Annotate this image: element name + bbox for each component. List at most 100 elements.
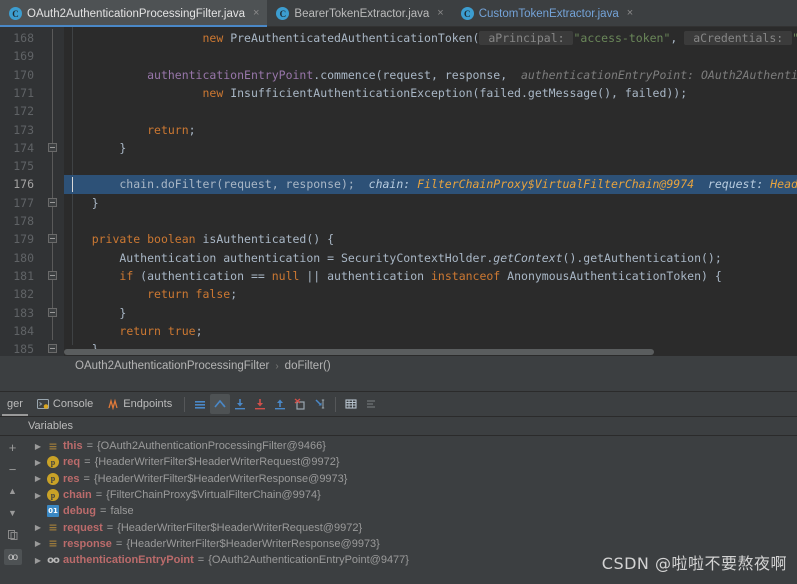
expand-arrow-icon[interactable]: ▶	[33, 442, 43, 451]
code-editor[interactable]: 168 169 170 171 172 173 174 175 176 177 178 179 180 1…	[0, 27, 797, 356]
variables-section-header: Variables	[0, 417, 797, 436]
step-out-icon[interactable]	[270, 394, 290, 414]
show-execution-point-icon[interactable]	[210, 394, 231, 414]
step-over-icon[interactable]	[230, 394, 250, 414]
expand-arrow-icon[interactable]: ▶	[33, 491, 43, 500]
expand-arrow-icon[interactable]: ▶	[33, 556, 43, 565]
debug-tool-window: ger Console Endpoints Variables + − ▲ ▼ …	[0, 392, 797, 584]
line-number: 172	[13, 104, 34, 119]
frames-icon[interactable]	[190, 394, 210, 414]
parameter-icon: p	[47, 489, 59, 502]
fold-marker[interactable]	[48, 234, 57, 244]
close-icon[interactable]: ×	[437, 8, 443, 19]
code-line[interactable]: new PreAuthenticatedAuthenticationToken(…	[64, 29, 797, 47]
endpoints-tab-label: Endpoints	[123, 398, 173, 410]
code-line[interactable]	[64, 157, 797, 175]
close-icon[interactable]: ×	[253, 8, 259, 19]
watches-button[interactable]: oo	[3, 549, 22, 565]
expand-arrow-icon[interactable]: ▶	[33, 474, 43, 483]
console-icon	[36, 398, 49, 410]
fold-marker[interactable]	[48, 197, 57, 207]
code-line[interactable]: private boolean isAuthenticated() {	[64, 230, 797, 248]
variables-tree[interactable]: ▶ ≡ this = {OAuth2AuthenticationProcessingFi…	[25, 436, 797, 584]
settings-icon[interactable]	[361, 394, 381, 414]
line-number: 170	[13, 67, 34, 82]
tab-label: OAuth2AuthenticationProcessingFilter.jav…	[27, 7, 245, 20]
force-step-into-icon[interactable]	[290, 394, 310, 414]
breadcrumb-class[interactable]: OAuth2AuthenticationProcessingFilter	[75, 360, 269, 372]
code-line[interactable]: return;	[64, 121, 797, 139]
variable-row[interactable]: ▶ p chain = {FilterChainProxy$VirtualFilterC…	[25, 487, 797, 503]
code-line[interactable]	[64, 212, 797, 230]
expand-arrow-icon[interactable]: ▶	[33, 458, 43, 467]
variables-title: Variables	[28, 420, 74, 432]
editor-tab-oauth2authenticationprocessingfilter[interactable]: C OAuth2AuthenticationProcessingFilter.j…	[0, 0, 268, 27]
code-line[interactable]: authenticationEntryPoint.commence(reques…	[64, 66, 797, 84]
expand-arrow-icon[interactable]: ▶	[33, 523, 43, 532]
code-line[interactable]: }	[64, 139, 797, 157]
debugger-tab-label: ger	[7, 398, 23, 410]
variable-row[interactable]: ▶ p res = {HeaderWriterFilter$HeaderWriterRe…	[25, 471, 797, 487]
editor-tab-bar: C OAuth2AuthenticationProcessingFilter.j…	[0, 0, 797, 27]
ide-window: C OAuth2AuthenticationProcessingFilter.j…	[0, 0, 797, 584]
evaluate-expression-icon[interactable]	[341, 394, 361, 414]
editor-tab-bearertokenextractor[interactable]: C BearerTokenExtractor.java ×	[267, 0, 451, 27]
code-line[interactable]	[64, 102, 797, 120]
close-icon[interactable]: ×	[627, 8, 633, 19]
remove-watch-button[interactable]: −	[4, 461, 22, 477]
editor-panel-divider[interactable]	[0, 376, 797, 392]
code-line[interactable]: return true;	[64, 322, 797, 340]
fold-marker[interactable]	[48, 307, 57, 317]
tab-endpoints[interactable]: Endpoints	[100, 392, 179, 417]
code-line[interactable]: return false;	[64, 285, 797, 303]
fold-marker[interactable]	[48, 142, 57, 152]
variable-row[interactable]: ▶ oo authenticationEntryPoint = {OAuth2Authe…	[25, 552, 797, 568]
equals-sign: =	[95, 489, 103, 502]
code-line[interactable]: if (authentication == null || authentica…	[64, 267, 797, 285]
text-caret	[72, 177, 73, 193]
code-line[interactable]	[64, 47, 797, 65]
variable-value: {HeaderWriterFilter$HeaderWriterRequest@…	[94, 456, 340, 469]
code-line-current[interactable]: chain.doFilter(request, response); chain…	[64, 175, 797, 194]
code-line[interactable]: }	[64, 194, 797, 212]
variable-row[interactable]: ▶ ≡ response = {HeaderWriterFilter$HeaderWri…	[25, 536, 797, 552]
variable-row[interactable]: ▶01debug=false	[25, 503, 797, 519]
scrollbar-thumb[interactable]	[64, 349, 654, 355]
debug-tab-strip: ger Console Endpoints	[0, 392, 797, 417]
copy-value-button[interactable]	[4, 527, 22, 543]
expand-arrow-icon[interactable]: ▶	[33, 539, 43, 548]
equals-sign: =	[106, 521, 114, 534]
equals-sign: =	[86, 440, 93, 453]
fold-marker[interactable]	[48, 270, 57, 280]
equals-sign: =	[115, 537, 123, 550]
editor-tab-customtokenextractor[interactable]: C CustomTokenExtractor.java ×	[452, 0, 641, 27]
code-line[interactable]: new InsufficientAuthenticationException(…	[64, 84, 797, 102]
tab-console[interactable]: Console	[30, 392, 100, 417]
run-to-cursor-icon[interactable]	[310, 394, 330, 414]
move-down-button[interactable]: ▼	[4, 505, 22, 521]
variable-value: {FilterChainProxy$VirtualFilterChain@997…	[106, 489, 321, 502]
variable-row[interactable]: ▶ ≡ this = {OAuth2AuthenticationProcessingFi…	[25, 438, 797, 454]
variable-row[interactable]: ▶ ≡ request = {HeaderWriterFilter$HeaderWrit…	[25, 519, 797, 535]
add-watch-button[interactable]: +	[4, 439, 22, 455]
line-number: 175	[13, 159, 34, 174]
line-number: 173	[13, 122, 34, 137]
code-line[interactable]: }	[64, 304, 797, 322]
chevron-right-icon: ›	[275, 360, 279, 372]
code-fold-strip[interactable]	[40, 27, 64, 356]
field-icon: ≡	[48, 537, 58, 551]
java-class-icon: C	[460, 7, 474, 20]
line-number: 181	[13, 268, 34, 283]
tab-debugger[interactable]: ger	[0, 392, 30, 417]
line-number: 177	[13, 195, 34, 210]
breadcrumb-method[interactable]: doFilter()	[285, 360, 331, 372]
code-line[interactable]: Authentication authentication = Security…	[64, 249, 797, 267]
fold-marker[interactable]	[48, 344, 57, 354]
variable-row[interactable]: ▶ p req = {HeaderWriterFilter$HeaderWriterRe…	[25, 454, 797, 470]
tab-label: BearerTokenExtractor.java	[294, 7, 430, 20]
tab-label: CustomTokenExtractor.java	[478, 7, 619, 20]
line-number: 178	[13, 214, 34, 228]
step-into-icon[interactable]	[250, 394, 270, 414]
move-up-button[interactable]: ▲	[4, 483, 22, 499]
variable-value: {HeaderWriterFilter$HeaderWriterRequest@…	[117, 521, 363, 534]
